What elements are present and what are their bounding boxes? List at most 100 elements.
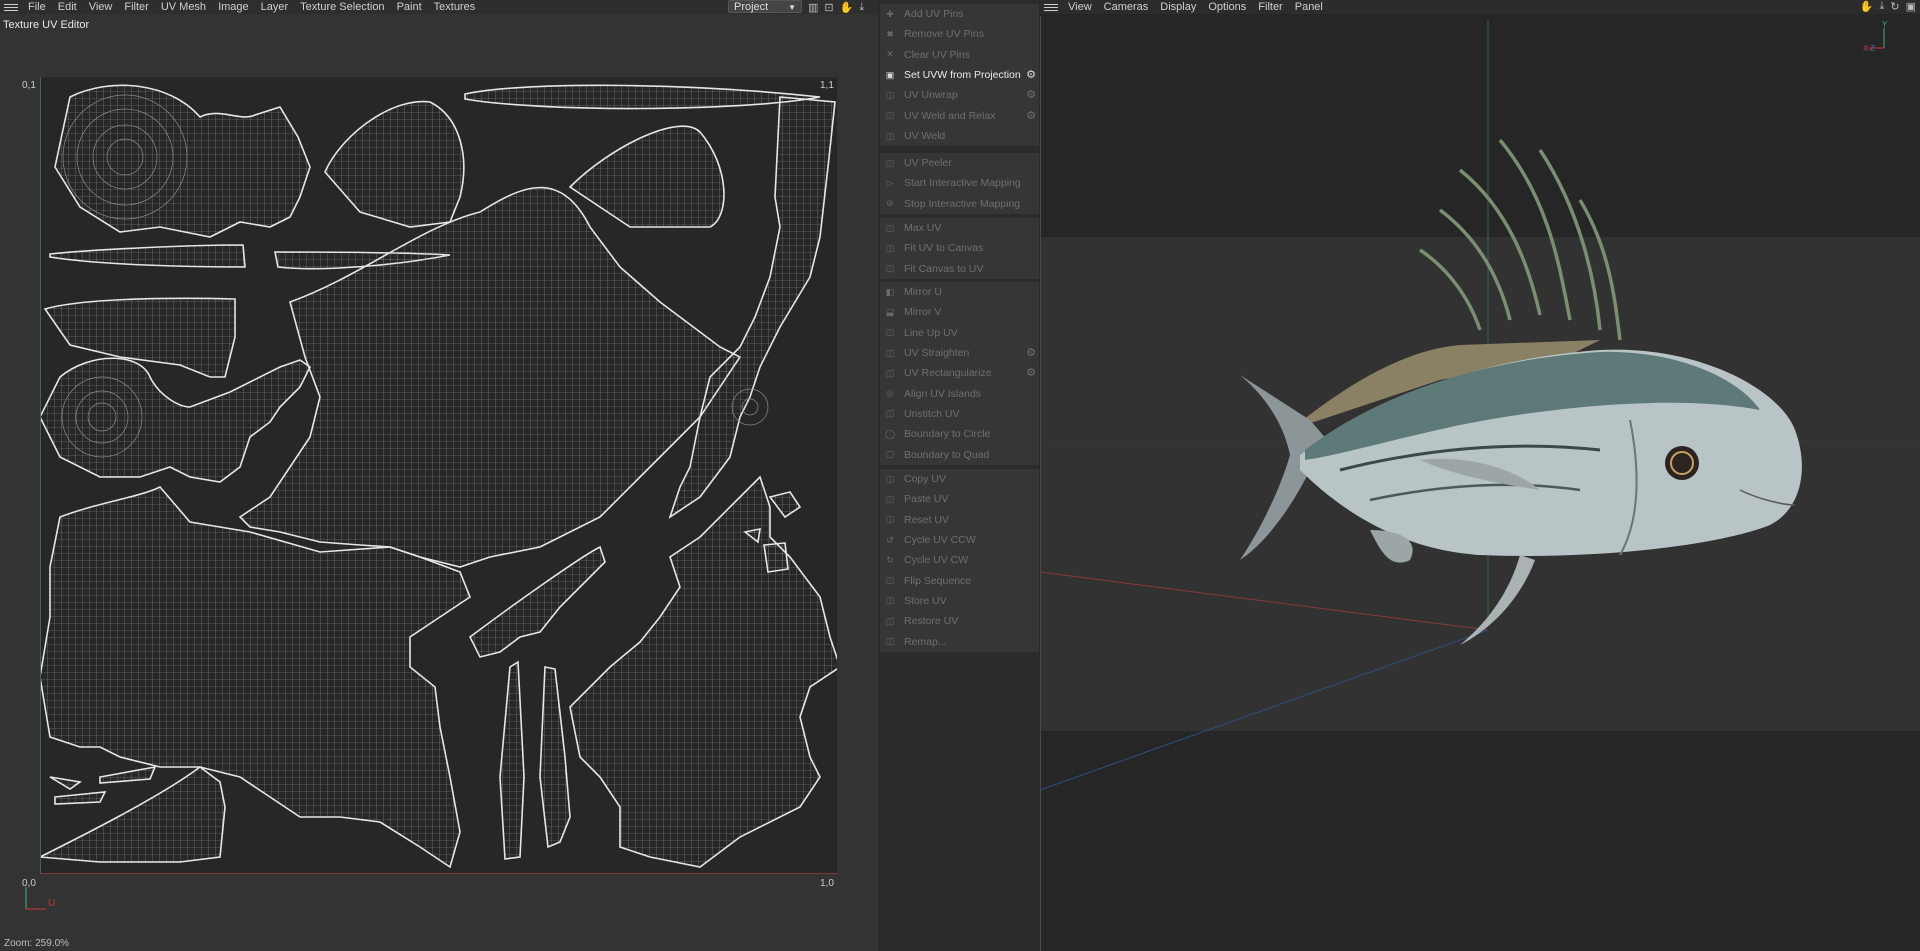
- command-cycle-ccw[interactable]: ↺ Cycle UV CCW: [880, 530, 1039, 550]
- uv-menu-uv-mesh[interactable]: UV Mesh: [155, 0, 212, 14]
- depth-axis-line: [1040, 629, 1489, 791]
- peeler-icon: ◫: [885, 157, 895, 168]
- pin-remove-icon: ✖: [886, 28, 894, 39]
- command-weld-relax[interactable]: ◫ UV Weld and Relax ⚙: [880, 106, 1039, 126]
- gizmo-z-label: Z: [1870, 44, 1875, 53]
- command-rectangularize[interactable]: ◫ UV Rectangularize ⚙: [880, 363, 1039, 383]
- uv-menu-textures[interactable]: Textures: [428, 0, 482, 14]
- command-paste[interactable]: ◫ Paste UV: [880, 489, 1039, 509]
- projection-icon: ▣: [885, 69, 895, 80]
- play-icon: ▷: [886, 177, 894, 188]
- texture-space-dropdown[interactable]: Project ▼: [728, 0, 802, 13]
- command-label: Max UV: [904, 222, 942, 235]
- command-label: UV Peeler: [904, 157, 952, 170]
- command-mirror-u[interactable]: ◧ Mirror U: [880, 282, 1039, 302]
- command-weld[interactable]: ◫ UV Weld: [880, 126, 1039, 146]
- vp-menu-panel[interactable]: Panel: [1289, 0, 1329, 14]
- command-copy[interactable]: ◫ Copy UV: [880, 469, 1039, 489]
- vp-menu-filter[interactable]: Filter: [1252, 0, 1288, 14]
- command-group: ▣ Set UVW from Projection ⚙ ◫ UV Unwrap ⚙ ◫ UV …: [880, 65, 1039, 147]
- command-label: Remove UV Pins: [904, 28, 984, 41]
- stop-icon: ⊘: [886, 198, 894, 209]
- uv-panel-menu-icon[interactable]: [0, 0, 22, 14]
- dolly-icon[interactable]: ⤓: [1880, 0, 1885, 13]
- uv-island-strip-1: [49, 244, 246, 268]
- command-group: ◧ Mirror U ⬓ Mirror V ◫ Line Up UV ◫ UV Straigh…: [880, 282, 1039, 465]
- rectangularize-icon: ◫: [885, 367, 895, 378]
- move-down-icon[interactable]: ⤓: [859, 1, 864, 14]
- command-align-islands[interactable]: ◎ Align UV Islands: [880, 383, 1039, 403]
- uv-island-dorsal-strip: [464, 84, 821, 110]
- panel-title: Texture UV Editor: [3, 19, 90, 31]
- command-unstitch[interactable]: ◫ Unstitch UV: [880, 404, 1039, 424]
- viewport-panel[interactable]: View Cameras Display Options Filter Pane…: [1040, 0, 1920, 951]
- uv-menu-paint[interactable]: Paint: [391, 0, 428, 14]
- command-fit-uv[interactable]: ◫ Fit UV to Canvas: [880, 238, 1039, 258]
- zoom-status: Zoom: 259.0%: [4, 938, 70, 949]
- gear-icon[interactable]: ⚙: [1026, 88, 1036, 101]
- uv-menu-layer[interactable]: Layer: [255, 0, 295, 14]
- uv-menu-file[interactable]: File: [22, 0, 52, 14]
- command-label: Remap...: [904, 635, 947, 648]
- gear-icon[interactable]: ⚙: [1026, 346, 1036, 359]
- pan-hand-icon[interactable]: ✋: [840, 1, 854, 14]
- command-boundary-circle[interactable]: ◯ Boundary to Circle: [880, 424, 1039, 444]
- vp-menu-cameras[interactable]: Cameras: [1098, 0, 1155, 14]
- command-pin-add[interactable]: ✚ Add UV Pins: [880, 4, 1039, 24]
- command-label: UV Weld: [904, 130, 946, 143]
- uv-menu-texture-selection[interactable]: Texture Selection: [294, 0, 390, 14]
- command-line-up[interactable]: ◫ Line Up UV: [880, 323, 1039, 343]
- command-label: Boundary to Quad: [904, 448, 990, 461]
- command-boundary-quad[interactable]: ▢ Boundary to Quad: [880, 444, 1039, 464]
- uv-canvas[interactable]: [40, 77, 837, 873]
- layout-toggle-icon[interactable]: ▣: [1906, 0, 1916, 13]
- command-peeler[interactable]: ◫ UV Peeler: [880, 153, 1039, 173]
- command-cycle-cw[interactable]: ↻ Cycle UV CW: [880, 550, 1039, 570]
- command-reset[interactable]: ◫ Reset UV: [880, 510, 1039, 530]
- command-stop[interactable]: ⊘ Stop Interactive Mapping: [880, 194, 1039, 214]
- command-store[interactable]: ◫ Store UV: [880, 591, 1039, 611]
- uv-island-fin-2: [499, 660, 525, 860]
- command-fit-canvas[interactable]: ◫ Fit Canvas to UV: [880, 259, 1039, 279]
- command-unwrap[interactable]: ◫ UV Unwrap ⚙: [880, 85, 1039, 105]
- pan-hand-icon[interactable]: ✋: [1860, 0, 1874, 13]
- command-straighten[interactable]: ◫ UV Straighten ⚙: [880, 343, 1039, 363]
- command-pin-remove[interactable]: ✖ Remove UV Pins: [880, 24, 1039, 44]
- paste-icon: ◫: [885, 493, 895, 504]
- uv-menu-edit[interactable]: Edit: [52, 0, 83, 14]
- viewport-panel-menu-icon[interactable]: [1040, 0, 1062, 14]
- uv-menu-filter[interactable]: Filter: [118, 0, 154, 14]
- straighten-icon: ◫: [885, 347, 895, 358]
- command-label: Store UV: [904, 594, 947, 607]
- command-projection[interactable]: ▣ Set UVW from Projection ⚙: [880, 65, 1039, 85]
- flip-icon: ◫: [885, 575, 895, 586]
- uv-menu-view[interactable]: View: [83, 0, 119, 14]
- uv-commands-panel: ✚ Add UV Pins ✖ Remove UV Pins ✕ Clear UV Pin…: [880, 0, 1039, 951]
- command-max-uv[interactable]: ◫ Max UV: [880, 218, 1039, 238]
- command-label: Set UVW from Projection: [904, 69, 1021, 82]
- chevron-down-icon: ▼: [788, 3, 796, 12]
- histogram-icon[interactable]: ▥: [808, 1, 818, 14]
- command-pin-clear[interactable]: ✕ Clear UV Pins: [880, 45, 1039, 65]
- lock-icon[interactable]: ⊡: [824, 1, 833, 14]
- vp-menu-view[interactable]: View: [1062, 0, 1098, 14]
- line-up-icon: ◫: [885, 327, 895, 338]
- gear-icon[interactable]: ⚙: [1026, 109, 1036, 122]
- viewport-nav-tools: ✋ ⤓ ↻ ▣: [1860, 0, 1916, 13]
- command-remap[interactable]: ◫ Remap...: [880, 631, 1039, 651]
- command-label: Add UV Pins: [904, 8, 964, 21]
- vp-menu-options[interactable]: Options: [1202, 0, 1252, 14]
- command-play[interactable]: ▷ Start Interactive Mapping: [880, 173, 1039, 193]
- gear-icon[interactable]: ⚙: [1026, 68, 1036, 81]
- command-flip[interactable]: ◫ Flip Sequence: [880, 570, 1039, 590]
- command-restore[interactable]: ◫ Restore UV: [880, 611, 1039, 631]
- orbit-icon[interactable]: ↻: [1890, 0, 1899, 13]
- viewport-scene: [1040, 20, 1920, 791]
- vp-menu-display[interactable]: Display: [1154, 0, 1202, 14]
- coord-top-right: 1,1: [820, 80, 834, 91]
- coord-top-left: 0,1: [22, 80, 36, 91]
- command-label: UV Weld and Relax: [904, 109, 996, 122]
- gear-icon[interactable]: ⚙: [1026, 366, 1036, 379]
- uv-menu-image[interactable]: Image: [212, 0, 255, 14]
- command-mirror-v[interactable]: ⬓ Mirror V: [880, 302, 1039, 322]
